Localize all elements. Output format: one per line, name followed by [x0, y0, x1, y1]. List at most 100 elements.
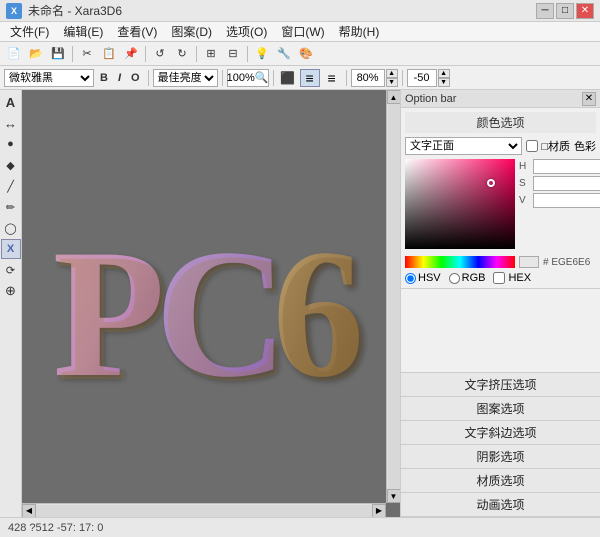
text-bevel-button[interactable]: 文字斜边选项 [401, 421, 600, 445]
hsv-label[interactable]: HSV [405, 272, 441, 284]
pattern-button[interactable]: 图案选项 [401, 397, 600, 421]
paste-button[interactable]: 📌 [121, 44, 141, 64]
menu-view[interactable]: 查看(V) [111, 22, 163, 41]
close-button[interactable]: ✕ [576, 3, 594, 19]
tool-select[interactable]: ↔ [1, 113, 21, 133]
vscrollbar[interactable]: ▲ ▼ [386, 90, 400, 503]
color-gradient-canvas[interactable] [405, 159, 515, 249]
menu-pattern[interactable]: 图案(D) [165, 22, 218, 41]
hue-bar[interactable] [405, 256, 515, 268]
scroll-right-button[interactable]: ▶ [372, 504, 386, 518]
option-bar-title: Option bar [405, 93, 456, 105]
s-row: S ▲ ▼ [519, 176, 600, 191]
tool-A[interactable]: A [1, 92, 21, 112]
vscroll-track [388, 104, 400, 489]
offset-group: ▲ ▼ [407, 69, 450, 87]
outline-button[interactable]: O [127, 69, 144, 87]
scroll-left-button[interactable]: ◀ [22, 504, 36, 518]
menu-window[interactable]: 窗口(W) [275, 22, 330, 41]
tool-line[interactable]: ╱ [1, 176, 21, 196]
hscroll-track [36, 505, 372, 517]
title-controls: ─ □ ✕ [536, 3, 594, 19]
align-center-button[interactable]: ≡ [300, 69, 320, 87]
rgb-label[interactable]: RGB [449, 272, 486, 284]
scroll-up-button[interactable]: ▲ [387, 90, 401, 104]
bold-button[interactable]: B [96, 69, 112, 87]
svg-text:C: C [159, 215, 292, 419]
color-picker-area: H ▲ ▼ S ▲ ▼ [405, 159, 596, 252]
sep-3 [196, 46, 197, 62]
font-selector[interactable]: 微软雅黑 [4, 69, 94, 87]
material-checkbox[interactable] [526, 140, 538, 152]
gradient-container [405, 159, 515, 252]
s-label: S [519, 178, 531, 189]
toolbar-1: 📄 📂 💾 ✂ 📋 📌 ↺ ↻ ⊞ ⊟ 💡 🔧 🎨 [0, 42, 600, 66]
hsv-radio[interactable] [405, 273, 416, 284]
tool-xara[interactable]: X [1, 239, 21, 259]
option-bar-close-button[interactable]: ✕ [582, 92, 596, 106]
zoom-pct-input[interactable] [351, 69, 385, 87]
text-extrude-button[interactable]: 文字挤压选项 [401, 373, 600, 397]
settings-button[interactable]: 🔧 [274, 44, 294, 64]
rgb-radio[interactable] [449, 273, 460, 284]
sep-2 [145, 46, 146, 62]
material-group: □材质 [526, 138, 570, 154]
tool-rotate[interactable]: ⟳ [1, 260, 21, 280]
new-button[interactable]: 📄 [4, 44, 24, 64]
redo-button[interactable]: ↻ [172, 44, 192, 64]
material-btn[interactable]: 材质选项 [401, 469, 600, 493]
sidebar-left: A ↔ ● ◆ ╱ ✏ ◯ X ⟳ ⊕ [0, 90, 22, 517]
sep-1 [72, 46, 73, 62]
menu-edit[interactable]: 编辑(E) [57, 22, 109, 41]
tool-circle[interactable]: ◯ [1, 218, 21, 238]
menu-help[interactable]: 帮助(H) [333, 22, 386, 41]
shadow-button[interactable]: 阴影选项 [401, 445, 600, 469]
color-button[interactable]: 🎨 [296, 44, 316, 64]
zoom-in-button[interactable]: ⊞ [201, 44, 221, 64]
face-selector[interactable]: 文字正面 文字侧面 文字背面 文字顶面 [405, 137, 522, 155]
zoom-down[interactable]: ▼ [386, 78, 398, 87]
undo-button[interactable]: ↺ [150, 44, 170, 64]
v-row: V ▲ ▼ [519, 193, 600, 208]
align-right-button[interactable]: ≡ [322, 69, 342, 87]
menu-options[interactable]: 选项(O) [220, 22, 273, 41]
tool-plus[interactable]: ⊕ [1, 281, 21, 301]
italic-button[interactable]: I [114, 69, 125, 87]
offset-up[interactable]: ▲ [438, 69, 450, 78]
face-row: 文字正面 文字侧面 文字背面 文字顶面 □材质 色彩 [405, 137, 596, 155]
v-input[interactable] [533, 193, 600, 208]
offset-down[interactable]: ▼ [438, 78, 450, 87]
zoom-out-button[interactable]: ⊟ [223, 44, 243, 64]
sep-6 [222, 70, 223, 86]
tool-diamond[interactable]: ◆ [1, 155, 21, 175]
align-left-button[interactable]: ⬛ [278, 69, 298, 87]
open-button[interactable]: 📂 [26, 44, 46, 64]
scroll-down-button[interactable]: ▼ [387, 489, 401, 503]
menu-file[interactable]: 文件(F) [4, 22, 55, 41]
hscrollbar[interactable]: ◀ ▶ [22, 503, 386, 517]
light-button[interactable]: 💡 [252, 44, 272, 64]
tool-oval[interactable]: ● [1, 134, 21, 154]
main-area: A ↔ ● ◆ ╱ ✏ ◯ X ⟳ ⊕ [0, 90, 600, 517]
tool-pen[interactable]: ✏ [1, 197, 21, 217]
s-input[interactable] [533, 176, 600, 191]
offset-input[interactable] [407, 69, 437, 87]
minimize-button[interactable]: ─ [536, 3, 554, 19]
h-row: H ▲ ▼ [519, 159, 600, 174]
hex-group: HEX [493, 272, 531, 284]
hex-label-text: HEX [508, 272, 531, 284]
save-button[interactable]: 💾 [48, 44, 68, 64]
zoom-up[interactable]: ▲ [386, 69, 398, 78]
zoom-spin: ▲ ▼ [386, 69, 398, 87]
cut-button[interactable]: ✂ [77, 44, 97, 64]
color-options-panel: 颜色选项 文字正面 文字侧面 文字背面 文字顶面 □材质 色彩 [401, 108, 600, 289]
animation-button[interactable]: 动画选项 [401, 493, 600, 517]
size-selector[interactable]: 最佳亮度 [153, 69, 218, 87]
status-coords: 428 ?512 -57: 17: 0 [8, 522, 103, 534]
hex-checkbox[interactable] [493, 272, 505, 284]
maximize-button[interactable]: □ [556, 3, 574, 19]
canvas-area[interactable]: P C 6 P C 6 ▲ ▼ ◀ ▶ [22, 90, 400, 517]
copy-button[interactable]: 📋 [99, 44, 119, 64]
zoom-icon: 🔍 [255, 71, 269, 84]
h-input[interactable] [533, 159, 600, 174]
